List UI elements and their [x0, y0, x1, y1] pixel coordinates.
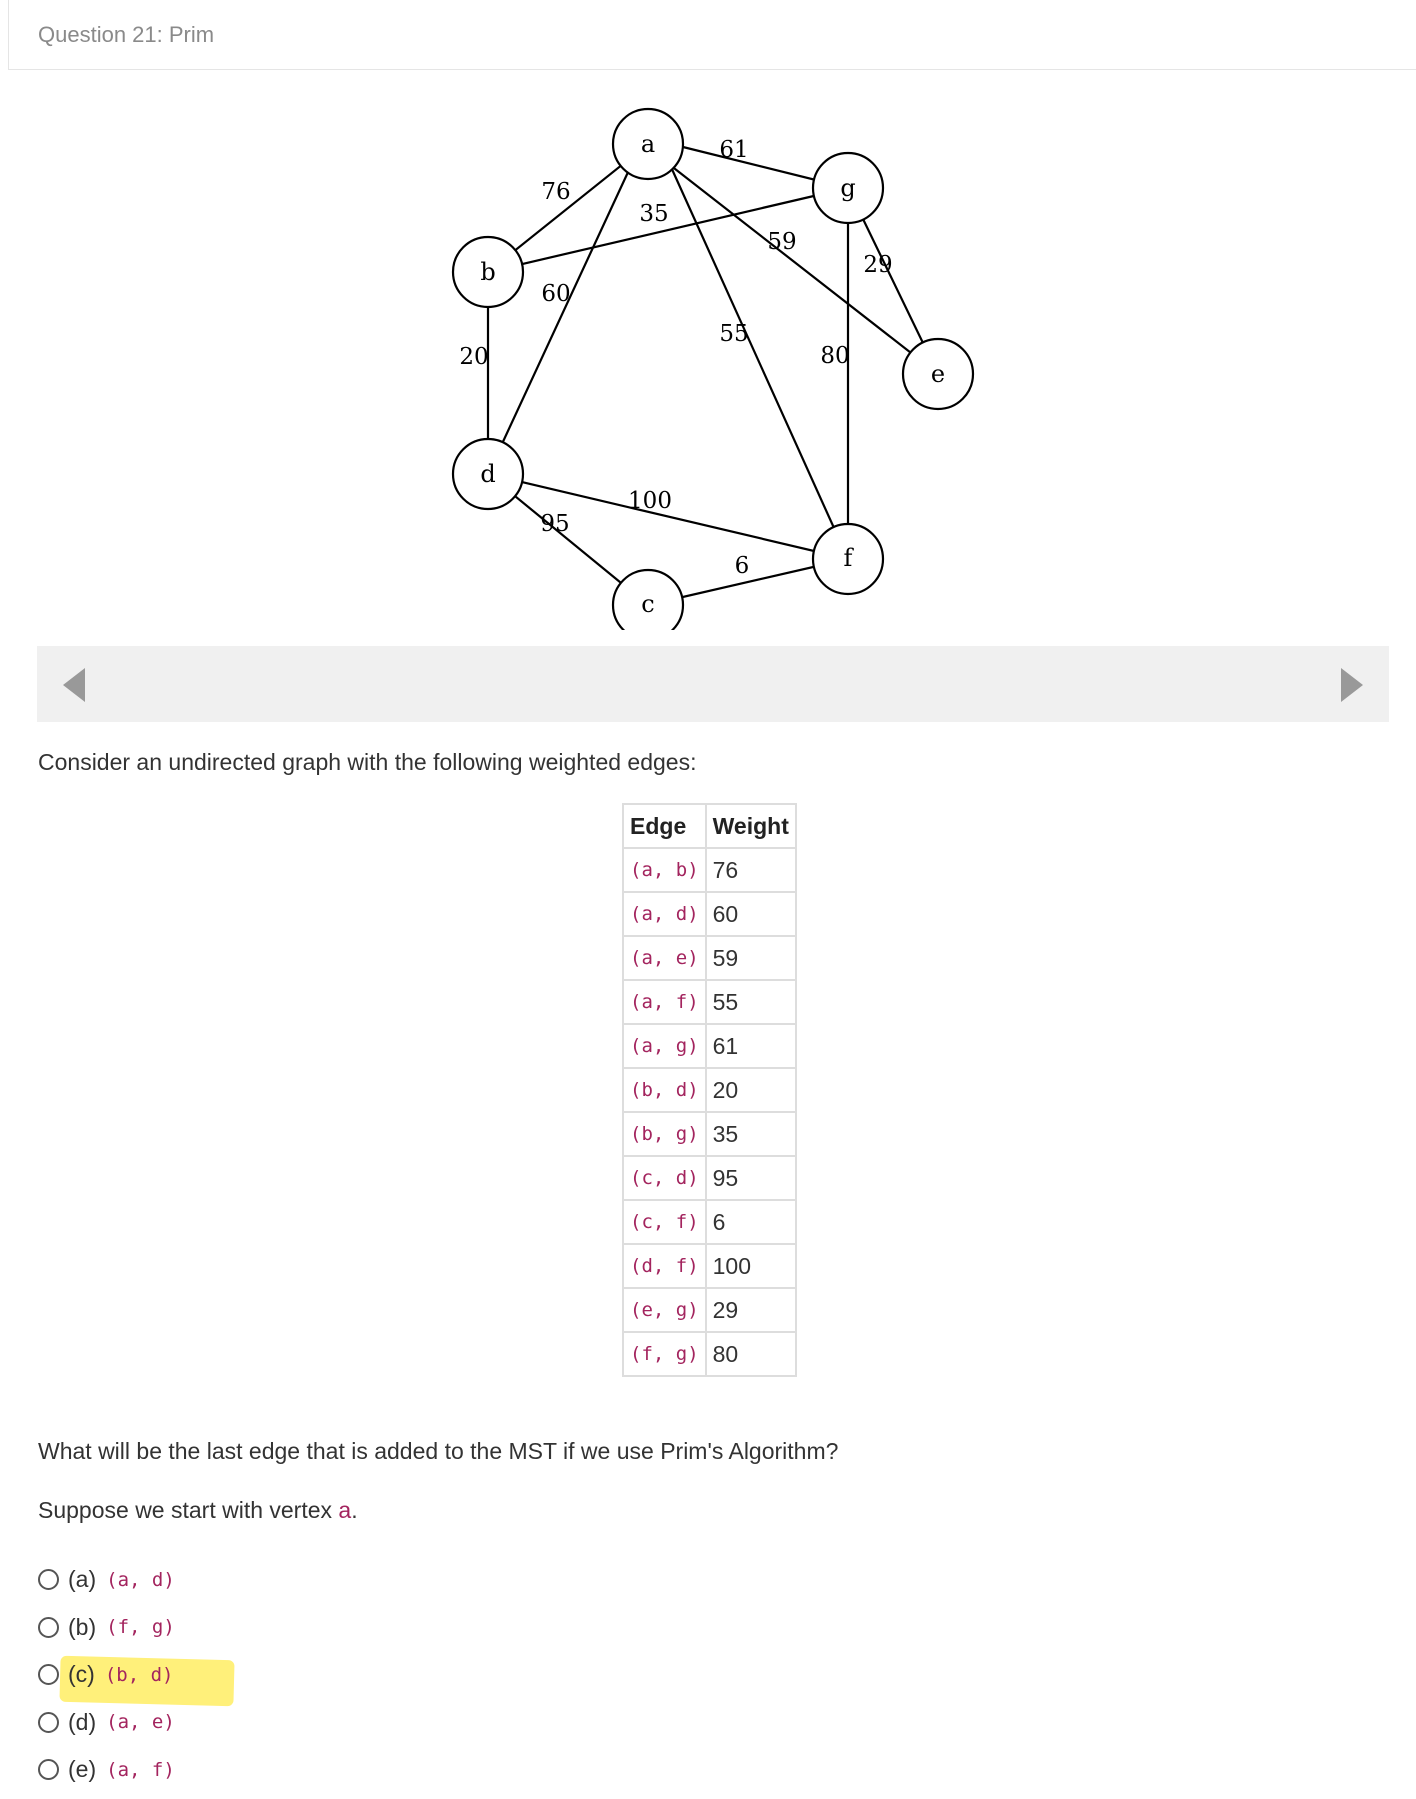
weight-cell: 95 [704, 1155, 797, 1201]
table-row: (b, d) 20 [622, 1067, 797, 1113]
option-letter: (b) [68, 1613, 97, 1640]
option-value: (a, d) [106, 1568, 175, 1591]
weight-cell: 76 [704, 847, 797, 893]
radio-button[interactable] [38, 1616, 59, 1638]
intro-text: Consider an undirected graph with the fo… [38, 749, 697, 775]
node-label-c: c [641, 590, 654, 618]
edge-cell: (e, g) [622, 1287, 707, 1333]
weight-cell: 61 [704, 1023, 797, 1069]
option-d[interactable]: (d) (a, e) [38, 1699, 175, 1747]
table-row: (c, f) 6 [622, 1199, 797, 1245]
edge-label-100: 100 [628, 488, 672, 514]
weight-cell: 55 [704, 979, 797, 1025]
table-row: (a, e) 59 [622, 935, 797, 981]
table-header-row: Edge Weight [622, 803, 797, 849]
table-row: (a, g) 61 [622, 1023, 797, 1069]
edge-weight-table: Edge Weight (a, b) 76 (a, d) 60 (a, e) 59 (… [622, 803, 797, 1377]
node-label-a: a [641, 130, 655, 158]
node-label-b: b [480, 258, 495, 286]
edge-label-35: 35 [639, 201, 668, 227]
edge-label-55: 55 [719, 321, 748, 347]
edge-label-20: 20 [459, 344, 488, 370]
edge-label-59: 59 [767, 229, 796, 255]
radio-button[interactable] [38, 1759, 59, 1781]
start-prefix: Suppose we start with vertex [38, 1497, 339, 1523]
edge-label-76: 76 [541, 179, 570, 205]
weight-cell: 80 [704, 1331, 797, 1377]
table-row: (e, g) 29 [622, 1287, 797, 1333]
edge-cell: (a, b) [622, 847, 707, 893]
graph-diagram: a b c d e f g 76 35 61 59 29 60 55 80 20… [451, 107, 975, 630]
radio-button[interactable] [38, 1711, 59, 1733]
edge-cell: (c, d) [622, 1155, 707, 1201]
option-letter: (d) [68, 1708, 97, 1735]
edge-cell: (a, d) [622, 891, 707, 937]
question-title: Question 21: Prim [38, 22, 215, 47]
column-header-weight: Weight [704, 803, 797, 849]
edge-cell: (a, e) [622, 935, 707, 981]
table-row: (a, f) 55 [622, 979, 797, 1025]
start-suffix: . [351, 1497, 358, 1523]
edge-label-6: 6 [735, 553, 750, 579]
table-row: (c, d) 95 [622, 1155, 797, 1201]
option-a[interactable]: (a) (a, d) [38, 1556, 175, 1604]
question-text: What will be the last edge that is added… [38, 1438, 839, 1464]
table-row: (a, d) 60 [622, 891, 797, 937]
edge-label-61: 61 [719, 137, 748, 163]
option-value: (a, e) [106, 1711, 175, 1734]
weight-cell: 100 [704, 1243, 797, 1289]
table-row: (f, g) 80 [622, 1331, 797, 1377]
edge-cell: (b, d) [622, 1067, 707, 1113]
option-e[interactable]: (e) (a, f) [38, 1746, 175, 1794]
option-value: (f, g) [106, 1616, 175, 1639]
weight-cell: 6 [704, 1199, 797, 1245]
edge-label-60: 60 [541, 281, 570, 307]
edge-cell: (d, f) [622, 1243, 707, 1289]
weight-cell: 59 [704, 935, 797, 981]
edge-cell: (a, g) [622, 1023, 707, 1069]
weight-cell: 29 [704, 1287, 797, 1333]
triangle-left-icon[interactable] [63, 668, 85, 702]
node-label-g: g [840, 174, 855, 202]
node-label-d: d [480, 460, 495, 488]
node-label-e: e [931, 360, 945, 388]
table-row: (a, b) 76 [622, 847, 797, 893]
start-vertex-text: Suppose we start with vertex a. [38, 1497, 358, 1524]
radio-button[interactable] [38, 1664, 59, 1686]
option-letter: (c) [68, 1661, 95, 1688]
question-header [8, 0, 1416, 70]
edge-cell: (b, g) [622, 1111, 707, 1157]
option-value: (a, f) [106, 1758, 175, 1781]
option-c[interactable]: (c) (b, d) [38, 1651, 175, 1699]
edge-a-e [660, 157, 939, 375]
edge-label-95: 95 [540, 511, 569, 537]
table-row: (d, f) 100 [622, 1243, 797, 1289]
answer-options: (a) (a, d) (b) (f, g) (c) (b, d) (d) (a,… [38, 1556, 175, 1794]
weight-cell: 60 [704, 891, 797, 937]
edge-cell: (c, f) [622, 1199, 707, 1245]
edge-label-29: 29 [863, 252, 892, 278]
weight-cell: 35 [704, 1111, 797, 1157]
option-value: (b, d) [104, 1663, 174, 1686]
weight-cell: 20 [704, 1067, 797, 1113]
column-header-edge: Edge [622, 803, 707, 849]
table-row: (b, g) 35 [622, 1111, 797, 1157]
option-letter: (e) [68, 1756, 97, 1783]
edge-cell: (a, f) [622, 979, 707, 1025]
start-vertex: a [338, 1497, 352, 1523]
triangle-right-icon[interactable] [1341, 668, 1363, 702]
option-b[interactable]: (b) (f, g) [38, 1604, 175, 1652]
edge-cell: (f, g) [622, 1331, 707, 1377]
option-letter: (a) [68, 1566, 97, 1593]
image-carousel [37, 646, 1389, 722]
radio-button[interactable] [38, 1569, 59, 1591]
edge-label-80: 80 [820, 343, 849, 369]
